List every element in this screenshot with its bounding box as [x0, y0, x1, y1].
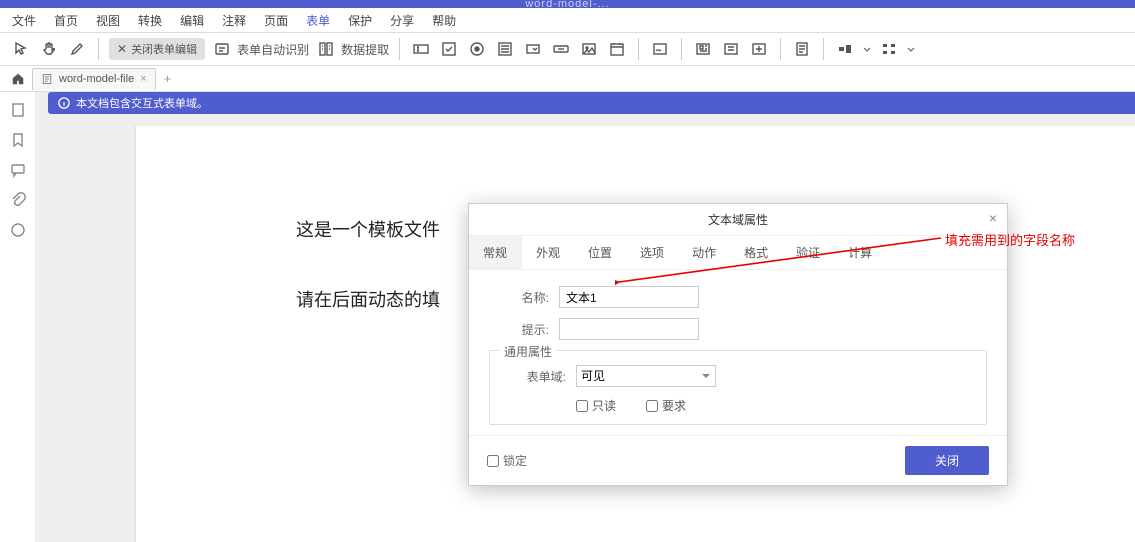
menu-comment[interactable]: 注释: [222, 12, 246, 29]
file-icon: [41, 73, 53, 85]
data-extract-label: 数据提取: [341, 41, 389, 58]
auto-recognize-button[interactable]: 表单自动识别: [211, 38, 309, 60]
menu-share[interactable]: 分享: [390, 12, 414, 29]
text-field-properties-dialog: 文本域属性 × 常规 外观 位置 选项 动作 格式 验证 计算 名称: 提示: …: [468, 203, 1008, 486]
form-action2-icon[interactable]: [720, 38, 742, 60]
side-rail: [0, 92, 36, 542]
button-icon[interactable]: [550, 38, 572, 60]
distribute-dropdown-icon[interactable]: [906, 38, 916, 60]
distribute-icon[interactable]: [878, 38, 900, 60]
page-template-icon[interactable]: [791, 38, 813, 60]
app-title: word-model-...: [525, 0, 609, 10]
lock-checkbox[interactable]: 锁定: [487, 452, 527, 469]
dialog-title-bar[interactable]: 文本域属性 ×: [469, 204, 1007, 236]
image-field-icon[interactable]: [578, 38, 600, 60]
tab-close-icon[interactable]: ×: [140, 73, 146, 85]
separator: [399, 38, 400, 60]
required-checkbox[interactable]: 要求: [646, 397, 686, 414]
banner-text: 本文档包含交互式表单域。: [76, 95, 208, 111]
listbox-icon[interactable]: [494, 38, 516, 60]
signature-icon[interactable]: [649, 38, 671, 60]
readonly-checkbox[interactable]: 只读: [576, 397, 616, 414]
annotation-text: 填充需用到的字段名称: [945, 230, 1075, 249]
tab-actions[interactable]: 动作: [678, 236, 730, 269]
document-tab-strip: word-model-file × +: [0, 66, 1135, 92]
tip-input[interactable]: [559, 318, 699, 340]
home-tab-icon[interactable]: [6, 68, 30, 90]
required-label: 要求: [662, 397, 686, 414]
document-tab[interactable]: word-model-file ×: [32, 68, 156, 90]
textfield-icon[interactable]: [410, 38, 432, 60]
tab-general[interactable]: 常规: [469, 236, 522, 269]
tip-label: 提示:: [489, 321, 549, 338]
separator: [638, 38, 639, 60]
menu-convert[interactable]: 转换: [138, 12, 162, 29]
tab-appearance[interactable]: 外观: [522, 236, 574, 269]
circle-icon[interactable]: [10, 222, 26, 238]
readonly-label: 只读: [592, 397, 616, 414]
menu-edit[interactable]: 编辑: [180, 12, 204, 29]
name-label: 名称:: [489, 289, 549, 306]
menu-protect[interactable]: 保护: [348, 12, 372, 29]
tab-options[interactable]: 选项: [626, 236, 678, 269]
align-icon[interactable]: [834, 38, 856, 60]
document-tab-label: word-model-file: [59, 73, 134, 85]
tab-position[interactable]: 位置: [574, 236, 626, 269]
separator: [823, 38, 824, 60]
tab-format[interactable]: 格式: [730, 236, 782, 269]
close-form-edit-button[interactable]: ✕ 关闭表单编辑: [109, 38, 205, 60]
data-extract-icon: [315, 38, 337, 60]
formfield-label: 表单域:: [506, 368, 566, 385]
common-properties-group: 通用属性 表单域: 可见 只读 要求: [489, 350, 987, 425]
add-tab-button[interactable]: +: [158, 71, 178, 86]
combobox-icon[interactable]: [522, 38, 544, 60]
tab-validate[interactable]: 验证: [782, 236, 834, 269]
date-field-icon[interactable]: [606, 38, 628, 60]
close-form-edit-label: 关闭表单编辑: [131, 41, 197, 57]
form-toolbar: ✕ 关闭表单编辑 表单自动识别 数据提取: [0, 32, 1135, 66]
lock-label: 锁定: [503, 452, 527, 469]
checkbox-icon[interactable]: [438, 38, 460, 60]
menu-file[interactable]: 文件: [12, 12, 36, 29]
auto-recognize-icon: [211, 38, 233, 60]
radio-icon[interactable]: [466, 38, 488, 60]
dialog-title: 文本域属性: [708, 211, 768, 228]
menu-form[interactable]: 表单: [306, 12, 330, 29]
menu-bar: 文件 首页 视图 转换 编辑 注释 页面 表单 保护 分享 帮助: [0, 8, 1135, 32]
dialog-tabs: 常规 外观 位置 选项 动作 格式 验证 计算: [469, 236, 1007, 270]
visibility-select[interactable]: 可见: [576, 365, 716, 387]
hand-icon[interactable]: [38, 38, 60, 60]
attachment-icon[interactable]: [10, 192, 26, 208]
tab-calculate[interactable]: 计算: [834, 236, 886, 269]
menu-page[interactable]: 页面: [264, 12, 288, 29]
edit-icon[interactable]: [66, 38, 88, 60]
dialog-close-icon[interactable]: ×: [989, 210, 997, 226]
separator: [98, 38, 99, 60]
separator: [780, 38, 781, 60]
thumbnails-icon[interactable]: [10, 102, 26, 118]
auto-recognize-label: 表单自动识别: [237, 41, 309, 58]
comments-icon[interactable]: [10, 162, 26, 178]
info-icon: [58, 97, 70, 109]
fieldset-legend: 通用属性: [500, 343, 556, 360]
form-info-banner: 本文档包含交互式表单域。: [48, 92, 1135, 114]
separator: [681, 38, 682, 60]
menu-home[interactable]: 首页: [54, 12, 78, 29]
data-extract-button[interactable]: 数据提取: [315, 38, 389, 60]
menu-help[interactable]: 帮助: [432, 12, 456, 29]
align-dropdown-icon[interactable]: [862, 38, 872, 60]
bookmark-icon[interactable]: [10, 132, 26, 148]
menu-view[interactable]: 视图: [96, 12, 120, 29]
close-icon: ✕: [117, 42, 127, 56]
name-input[interactable]: [559, 286, 699, 308]
form-action3-icon[interactable]: [748, 38, 770, 60]
pointer-icon[interactable]: [10, 38, 32, 60]
form-action1-icon[interactable]: [692, 38, 714, 60]
dialog-close-button[interactable]: 关闭: [905, 446, 989, 475]
